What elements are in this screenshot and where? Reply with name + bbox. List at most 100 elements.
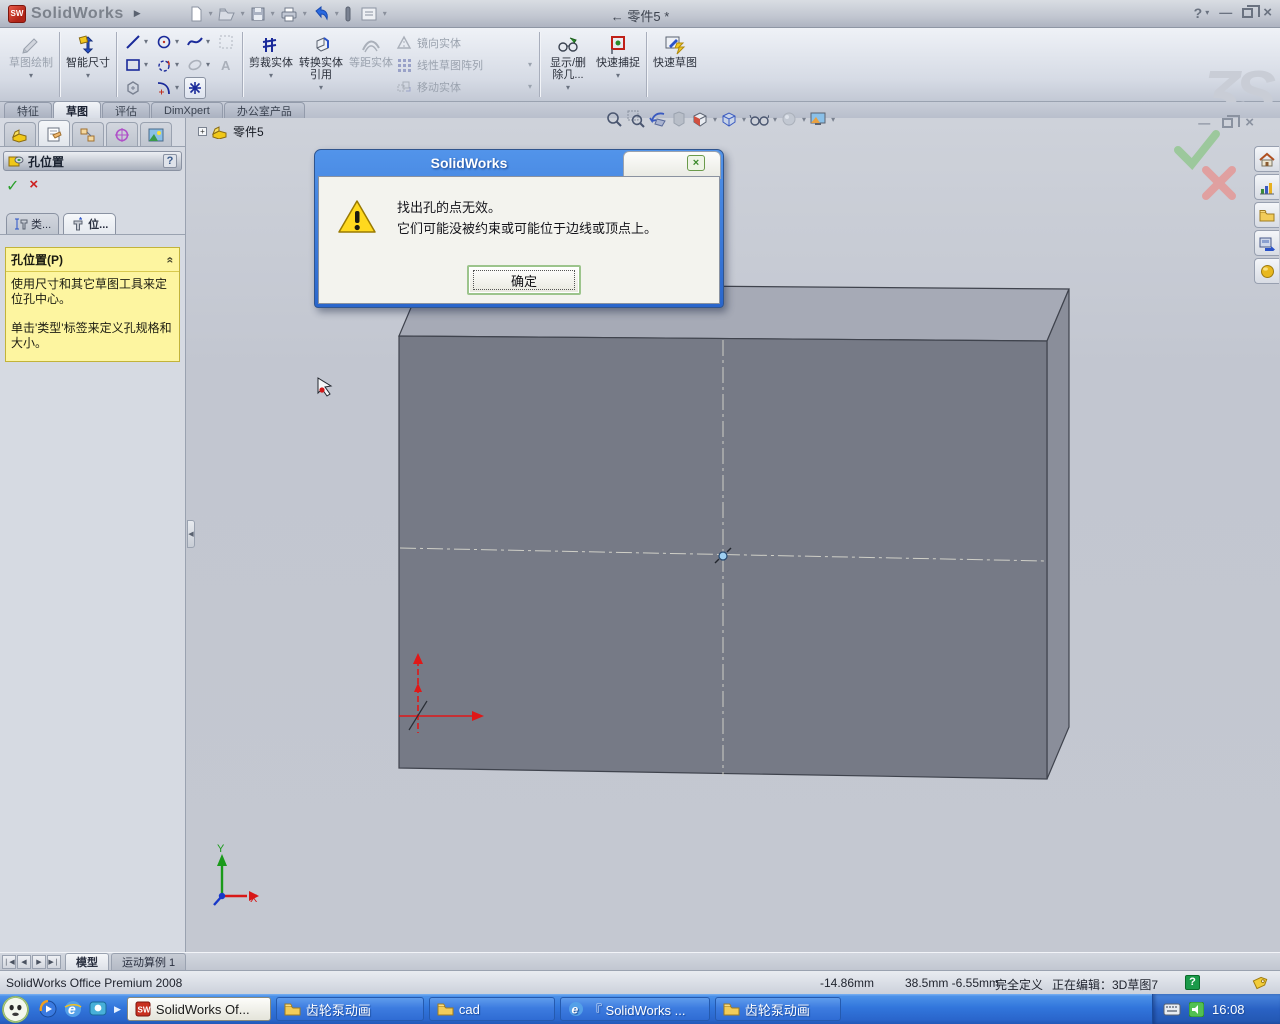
tab-office-products[interactable]: 办公室产品 <box>223 102 305 118</box>
convert-entities-button[interactable]: 转换实体引用 ▾ <box>296 28 346 101</box>
file-explorer-button[interactable] <box>1254 202 1279 228</box>
collapse-panel-handle[interactable]: ◀ <box>187 520 195 548</box>
zoom-fit-button[interactable] <box>604 108 624 130</box>
first-tab-button[interactable]: ❘◀ <box>2 954 16 969</box>
hole-type-tab[interactable]: 类... <box>6 213 60 234</box>
taskbar-task-folder-1[interactable]: 齿轮泵动画 <box>275 997 424 1021</box>
move-entities-button[interactable]: 移动实体 ▾ <box>396 77 536 97</box>
panel-splitter[interactable]: ◀ <box>187 118 196 952</box>
design-library-button[interactable] <box>1254 174 1279 200</box>
app-logo[interactable]: SW SolidWorks <box>0 4 130 23</box>
text-tool[interactable]: A <box>215 54 237 76</box>
messenger-icon[interactable] <box>89 1000 107 1018</box>
taskbar-task-ie[interactable]: e 『 SolidWorks ... <box>559 997 710 1021</box>
custom-properties-button[interactable] <box>1254 258 1279 284</box>
minimize-button[interactable]: — <box>1219 5 1232 20</box>
doc-restore-button[interactable] <box>1222 114 1241 128</box>
start-button[interactable] <box>2 995 29 1023</box>
previous-view-button[interactable] <box>648 108 668 130</box>
hide-show-items-button[interactable] <box>748 108 770 130</box>
fillet-tool[interactable] <box>153 77 175 99</box>
ellipse-tool[interactable] <box>184 54 206 76</box>
taskbar-clock[interactable]: 16:08 <box>1212 1002 1245 1017</box>
rapid-sketch-button[interactable]: 快速草图 <box>650 28 700 101</box>
taskbar-task-folder-2[interactable]: 齿轮泵动画 <box>714 997 841 1021</box>
spline-dropdown-icon[interactable]: ▾ <box>206 37 215 46</box>
next-tab-button[interactable]: ▶ <box>32 954 46 969</box>
taskbar-task-solidworks[interactable]: SW SolidWorks Of... <box>126 997 271 1021</box>
dialog-ok-button[interactable]: 确定 <box>467 265 581 295</box>
display-delete-relations-button[interactable]: 显示/删除几... ▾ <box>543 28 593 101</box>
property-manager-tab[interactable] <box>38 120 70 146</box>
undo-button[interactable] <box>309 4 333 24</box>
view-palette-button[interactable] <box>1254 230 1279 256</box>
dialog-title[interactable]: SolidWorks <box>315 150 623 176</box>
rectangle-tool[interactable] <box>122 54 144 76</box>
fillet-dropdown-icon[interactable]: ▾ <box>175 83 184 92</box>
volume-tray-icon[interactable] <box>1189 1001 1204 1017</box>
appearances-tab[interactable] <box>140 122 172 146</box>
options-dropdown-icon[interactable]: ▾ <box>383 9 387 18</box>
apply-scene-button[interactable] <box>808 108 828 130</box>
rectangle-dropdown-icon[interactable]: ▾ <box>144 60 153 69</box>
pm-help-button[interactable]: ? <box>163 154 177 168</box>
tab-features[interactable]: 特征 <box>4 102 52 118</box>
trim-entities-button[interactable]: 剪裁实体 ▾ <box>246 28 296 101</box>
quick-tips-button[interactable]: ? <box>1185 975 1200 990</box>
restore-button[interactable] <box>1242 4 1261 18</box>
line-tool[interactable] <box>122 31 144 53</box>
circle-dropdown-icon[interactable]: ▾ <box>175 37 184 46</box>
circle-tool[interactable] <box>153 31 175 53</box>
collapse-chevron-icon[interactable]: « <box>164 256 178 263</box>
doc-minimize-button[interactable]: — <box>1198 116 1210 130</box>
dialog-close-button[interactable]: × <box>687 155 705 171</box>
view-orientation-dropdown-icon[interactable]: ▾ <box>713 115 717 124</box>
offset-entities-button[interactable]: 等距实体 <box>346 28 396 101</box>
taskbar-task-folder-cad[interactable]: cad <box>428 997 555 1021</box>
scene-dropdown-icon[interactable]: ▾ <box>831 115 835 124</box>
zoom-area-button[interactable] <box>626 108 646 130</box>
help-dropdown-icon[interactable]: ▾ <box>1205 8 1209 17</box>
tab-dimxpert[interactable]: DimXpert <box>151 102 223 118</box>
model-tab[interactable]: 模型 <box>65 953 109 970</box>
part-name[interactable]: 零件5 <box>233 123 264 140</box>
doc-close-button[interactable]: × <box>1245 114 1254 131</box>
quick-snaps-button[interactable]: 快速捕捉 ▾ <box>593 28 643 101</box>
feature-manager-tab[interactable] <box>4 122 36 146</box>
quick-launch-expand-icon[interactable]: ▶ <box>114 1004 121 1015</box>
prev-tab-button[interactable]: ◀ <box>17 954 31 969</box>
spline-tool[interactable] <box>184 31 206 53</box>
tree-expand-icon[interactable]: + <box>198 127 207 136</box>
new-dropdown-icon[interactable]: ▾ <box>209 9 213 18</box>
perimeter-circle-tool[interactable] <box>153 54 175 76</box>
configuration-manager-tab[interactable] <box>72 122 104 146</box>
smart-dimension-button[interactable]: 智能尺寸 ▾ <box>63 28 113 101</box>
hide-show-dropdown-icon[interactable]: ▾ <box>773 115 777 124</box>
resources-home-button[interactable] <box>1254 146 1279 172</box>
edit-appearance-button[interactable] <box>779 108 799 130</box>
print-button[interactable] <box>277 4 301 24</box>
last-tab-button[interactable]: ▶❘ <box>47 954 61 969</box>
section-view-button[interactable] <box>670 108 688 130</box>
media-player-icon[interactable] <box>39 1000 57 1018</box>
ok-check-button[interactable]: ✓ <box>6 176 19 196</box>
tag-icon[interactable] <box>1250 975 1268 991</box>
extruded-block-model[interactable] <box>398 283 1070 780</box>
open-document-button[interactable] <box>215 4 239 24</box>
menu-expand-icon[interactable]: ▶ <box>130 8 151 19</box>
help-button[interactable]: ? <box>1194 5 1203 21</box>
close-button[interactable]: × <box>1263 4 1272 21</box>
open-dropdown-icon[interactable]: ▾ <box>241 9 245 18</box>
internet-explorer-icon[interactable]: e <box>64 1000 82 1018</box>
ellipse-dropdown-icon[interactable]: ▾ <box>206 60 215 69</box>
appearance-dropdown-icon[interactable]: ▾ <box>802 115 806 124</box>
sketch-button[interactable]: 草图绘制 ▾ <box>6 28 56 101</box>
print-dropdown-icon[interactable]: ▾ <box>303 9 307 18</box>
dimxpert-manager-tab[interactable] <box>106 122 138 146</box>
mirror-entities-button[interactable]: 镜向实体 <box>396 33 536 53</box>
display-style-button[interactable] <box>719 108 739 130</box>
save-button[interactable] <box>247 4 269 24</box>
perimeter-circle-dropdown-icon[interactable]: ▾ <box>175 60 184 69</box>
display-style-dropdown-icon[interactable]: ▾ <box>742 115 746 124</box>
hole-position-tab[interactable]: * 位... <box>63 213 117 234</box>
